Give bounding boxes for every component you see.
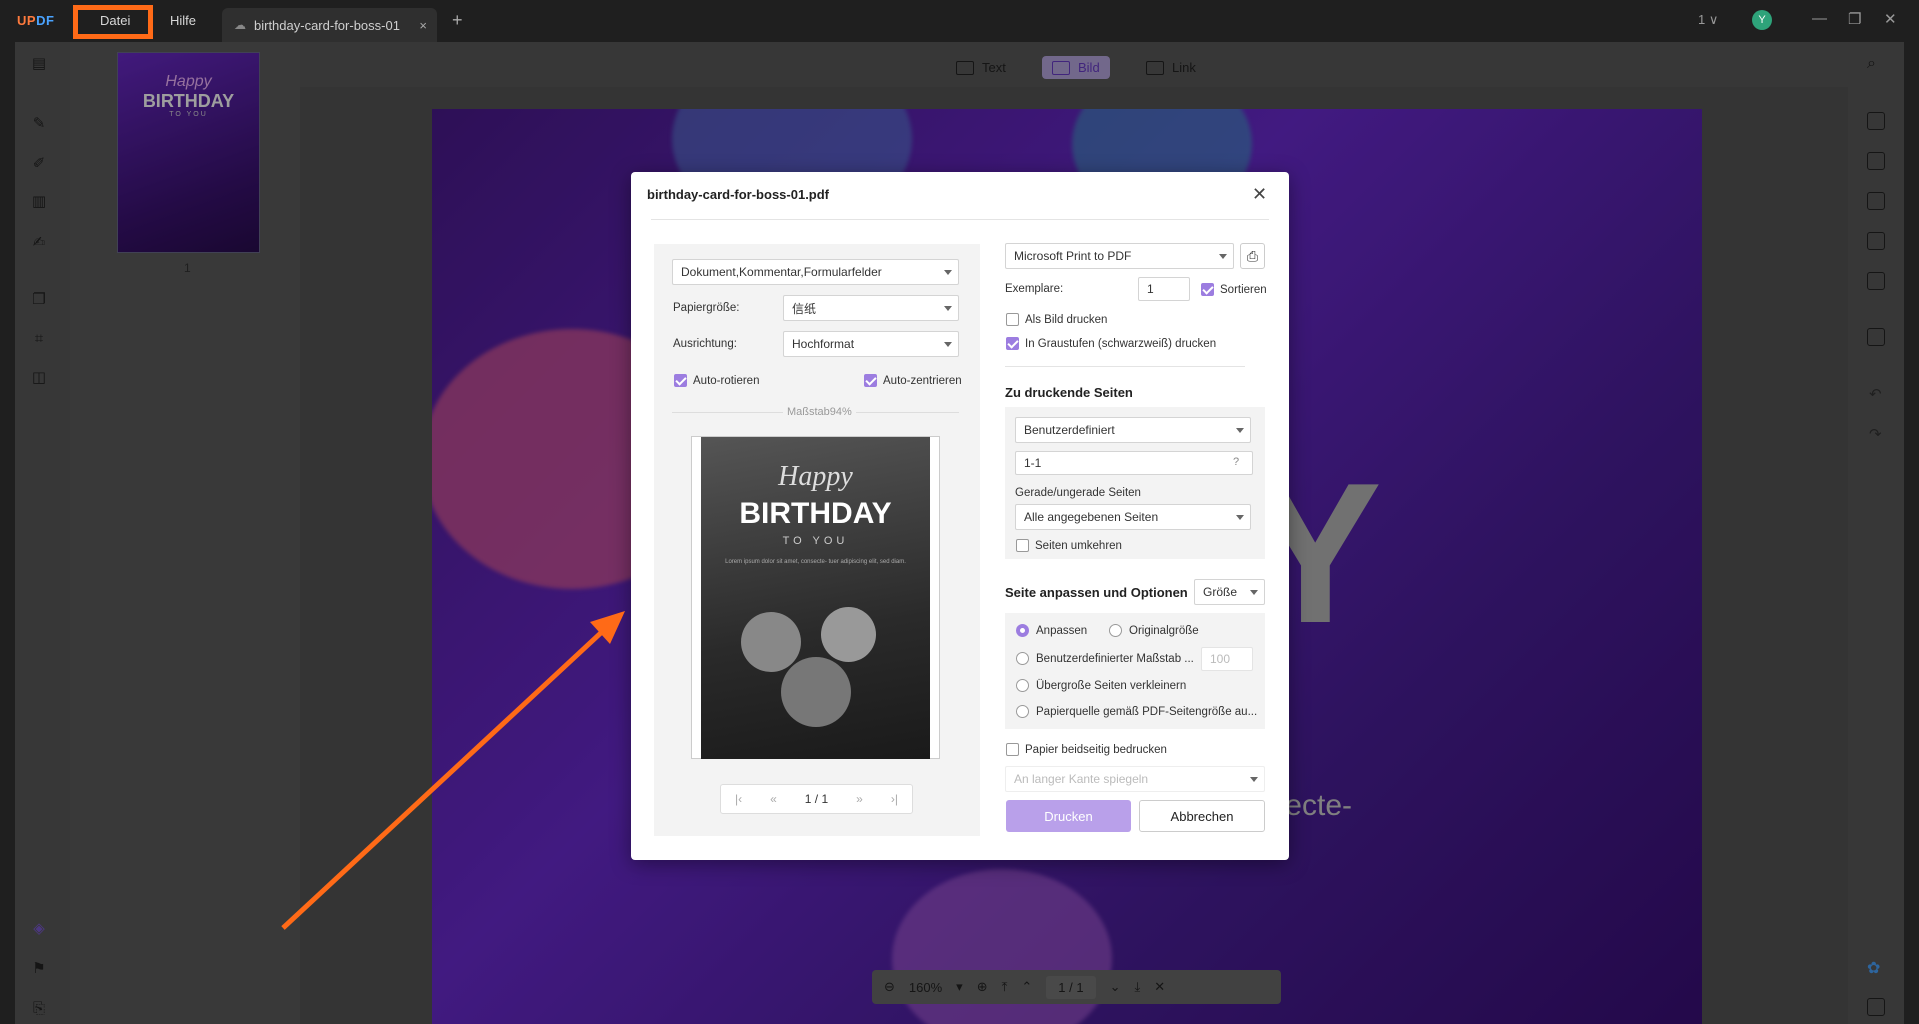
grayscale-label: In Graustufen (schwarzweiß) drucken — [1025, 338, 1217, 350]
paper-size-select[interactable]: 信纸 — [783, 295, 959, 321]
collate-checkbox[interactable] — [1201, 283, 1214, 296]
custom-scale-radio[interactable] — [1016, 652, 1029, 665]
fit-radio[interactable] — [1016, 624, 1029, 637]
new-tab-button[interactable]: + — [452, 10, 463, 31]
preview-page-image: Happy BIRTHDAY TO YOU Lorem ipsum dolor … — [701, 437, 930, 759]
preview-first-icon[interactable]: |‹ — [735, 792, 742, 806]
auto-center-label: Auto-zentrieren — [883, 375, 962, 387]
app-logo: UPDF — [17, 13, 55, 28]
dialog-title: birthday-card-for-boss-01.pdf — [647, 187, 830, 202]
fit-select[interactable]: Größe — [1194, 579, 1265, 605]
fit-label: Anpassen — [1036, 625, 1088, 637]
shrink-label: Übergroße Seiten verkleinern — [1036, 680, 1187, 692]
cancel-button[interactable]: Abbrechen — [1139, 800, 1265, 832]
collate-label: Sortieren — [1220, 284, 1267, 296]
odd-even-select[interactable]: Alle angegebenen Seiten — [1015, 504, 1251, 530]
print-button[interactable]: Drucken — [1006, 800, 1131, 832]
copies-stepper[interactable]: 1 — [1138, 277, 1190, 301]
duplex-label: Papier beidseitig bedrucken — [1025, 744, 1167, 756]
highlight-box — [73, 5, 153, 39]
auto-center-checkbox[interactable] — [864, 374, 877, 387]
reverse-checkbox[interactable] — [1016, 539, 1029, 552]
pages-heading: Zu druckende Seiten — [1005, 385, 1133, 400]
minimize-button[interactable]: — — [1812, 10, 1827, 27]
tab-close-icon[interactable]: × — [419, 18, 427, 33]
paper-size-label: Papiergröße: — [673, 302, 740, 314]
duplex-mode-select[interactable]: An langer Kante spiegeln — [1005, 766, 1265, 792]
printer-select[interactable]: Microsoft Print to PDF — [1005, 243, 1234, 269]
paper-source-radio[interactable] — [1016, 705, 1029, 718]
print-as-image-label: Als Bild drucken — [1025, 314, 1108, 326]
divider — [651, 219, 1269, 220]
page-selector[interactable]: 1 ∨ — [1698, 12, 1718, 28]
menu-help[interactable]: Hilfe — [170, 13, 196, 28]
original-size-radio[interactable] — [1109, 624, 1122, 637]
preview-prev-icon[interactable]: « — [770, 792, 777, 806]
printer-icon[interactable]: ⎙ — [1240, 243, 1265, 269]
content-select[interactable]: Dokument,Kommentar,Formularfelder — [672, 259, 959, 285]
auto-rotate-checkbox[interactable] — [674, 374, 687, 387]
shrink-radio[interactable] — [1016, 679, 1029, 692]
auto-rotate-label: Auto-rotieren — [693, 375, 760, 387]
odd-even-label: Gerade/ungerade Seiten — [1015, 487, 1141, 499]
duplex-checkbox[interactable] — [1006, 743, 1019, 756]
custom-scale-stepper[interactable]: 100 — [1201, 647, 1253, 671]
preview-next-icon[interactable]: » — [856, 792, 863, 806]
tab-title: birthday-card-for-boss-01 — [254, 17, 400, 33]
dialog-close-icon[interactable]: ✕ — [1252, 184, 1267, 205]
scale-label: Maßstab94% — [783, 406, 856, 418]
restore-button[interactable]: ❐ — [1848, 10, 1861, 28]
avatar[interactable]: Y — [1752, 10, 1772, 30]
reverse-label: Seiten umkehren — [1035, 540, 1122, 552]
orientation-select[interactable]: Hochformat — [783, 331, 959, 357]
preview-last-icon[interactable]: ›| — [891, 792, 898, 806]
grayscale-checkbox[interactable] — [1006, 337, 1019, 350]
divider — [1005, 366, 1245, 367]
preview-navigation: |‹ « 1 / 1 » ›| — [720, 784, 913, 814]
pages-mode-select[interactable]: Benutzerdefiniert — [1015, 417, 1251, 443]
print-as-image-checkbox[interactable] — [1006, 313, 1019, 326]
pages-range-input[interactable]: 1-1 — [1015, 451, 1253, 475]
preview-page-indicator[interactable]: 1 / 1 — [805, 792, 828, 806]
cloud-icon: ☁ — [234, 18, 246, 32]
help-icon[interactable]: ? — [1233, 456, 1239, 468]
orientation-label: Ausrichtung: — [673, 338, 737, 350]
window-close-button[interactable]: ✕ — [1884, 10, 1897, 28]
copies-label: Exemplare: — [1005, 283, 1064, 295]
custom-scale-label: Benutzerdefinierter Maßstab ... — [1036, 653, 1194, 665]
fit-heading: Seite anpassen und Optionen — [1005, 585, 1188, 600]
original-size-label: Originalgröße — [1129, 625, 1199, 637]
paper-source-label: Papierquelle gemäß PDF-Seitengröße au... — [1036, 706, 1258, 718]
document-tab[interactable]: ☁ birthday-card-for-boss-01 × — [222, 8, 437, 42]
